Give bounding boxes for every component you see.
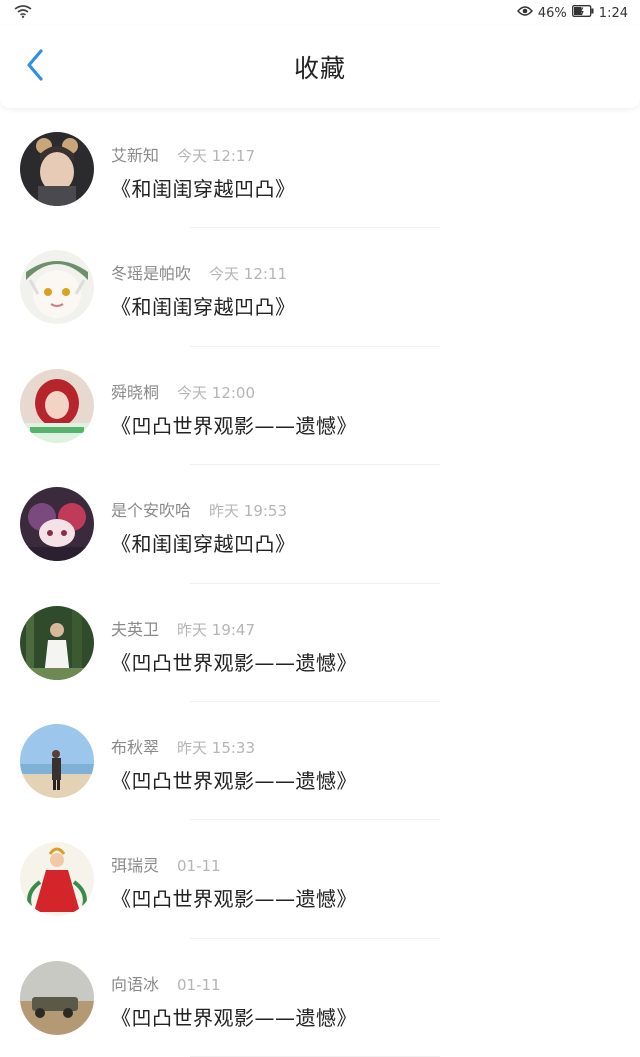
list-item[interactable]: 布秋翠 昨天 15:33 《凹凸世界观影——遗憾》	[0, 702, 640, 821]
item-info: 向语冰 01-11 《凹凸世界观影——遗憾》	[111, 961, 357, 1031]
item-info: 弭瑞灵 01-11 《凹凸世界观影——遗憾》	[111, 842, 357, 912]
chevron-left-icon	[25, 48, 45, 86]
timestamp: 今天 12:00	[177, 383, 256, 402]
story-title: 《凹凸世界观影——遗憾》	[111, 1005, 357, 1030]
story-title: 《和闺闺穿越凹凸》	[111, 177, 296, 201]
page-title: 收藏	[293, 54, 346, 83]
author-name: 是个安吹哈	[111, 501, 192, 521]
list-item[interactable]: 舜晓桐 今天 12:00 《凹凸世界观影——遗憾》	[0, 347, 640, 466]
item-info: 布秋翠 昨天 15:33 《凹凸世界观影——遗憾》	[111, 724, 357, 794]
author-name: 布秋翠	[111, 737, 160, 757]
avatar[interactable]	[20, 368, 94, 443]
author-name: 冬瑶是帕吹	[111, 264, 192, 284]
avatar[interactable]	[20, 605, 94, 680]
timestamp: 昨天 15:33	[177, 738, 256, 757]
eye-icon	[516, 5, 533, 21]
author-name: 向语冰	[111, 974, 160, 994]
author-name: 弭瑞灵	[111, 856, 160, 876]
item-info: 冬瑶是帕吹 今天 12:11 《和闺闺穿越凹凸》	[111, 250, 296, 320]
list-item[interactable]: 冬瑶是帕吹 今天 12:11 《和闺闺穿越凹凸》	[0, 228, 640, 348]
status-right: 46% 1:24	[516, 5, 628, 21]
item-meta: 向语冰 01-11	[111, 971, 357, 995]
list-item[interactable]: 向语冰 01-11 《凹凸世界观影——遗憾》	[0, 939, 640, 1057]
timestamp: 01-11	[177, 857, 221, 876]
item-info: 是个安吹哈 昨天 19:53 《和闺闺穿越凹凸》	[111, 487, 296, 557]
item-info: 舜晓桐 今天 12:00 《凹凸世界观影——遗憾》	[111, 369, 357, 439]
avatar[interactable]	[20, 132, 94, 206]
list-item[interactable]: 艾新知 今天 12:17 《和闺闺穿越凹凸》	[0, 110, 640, 229]
back-button[interactable]	[18, 47, 52, 87]
list-item[interactable]: 是个安吹哈 昨天 19:53 《和闺闺穿越凹凸》	[0, 465, 640, 584]
avatar[interactable]	[20, 250, 94, 325]
item-meta: 艾新知 今天 12:17	[111, 142, 296, 166]
battery-icon	[571, 5, 594, 21]
avatar[interactable]	[20, 487, 94, 562]
clock: 1:24	[598, 5, 628, 21]
author-name: 夫英卫	[111, 619, 160, 639]
item-meta: 冬瑶是帕吹 今天 12:11	[111, 260, 296, 284]
list-item[interactable]: 夫英卫 昨天 19:47 《凹凸世界观影——遗憾》	[0, 584, 640, 703]
item-meta: 布秋翠 昨天 15:33	[111, 734, 357, 758]
status-bar: 46% 1:24	[0, 0, 640, 26]
story-title: 《凹凸世界观影——遗憾》	[111, 650, 357, 675]
avatar[interactable]	[20, 842, 94, 917]
item-meta: 舜晓桐 今天 12:00	[111, 379, 357, 403]
battery-percent: 46%	[537, 5, 567, 21]
item-meta: 弭瑞灵 01-11	[111, 852, 357, 876]
timestamp: 今天 12:11	[209, 265, 288, 284]
timestamp: 今天 12:17	[177, 147, 256, 165]
avatar[interactable]	[20, 723, 94, 798]
story-title: 《凹凸世界观影——遗憾》	[111, 887, 357, 912]
favorites-list: 艾新知 今天 12:17 《和闺闺穿越凹凸》 冬瑶是帕吹 今天 12:11 《和…	[0, 110, 640, 1057]
story-title: 《和闺闺穿越凹凸》	[111, 295, 296, 320]
item-meta: 夫英卫 昨天 19:47	[111, 616, 357, 640]
app-header: 收藏	[0, 26, 640, 108]
list-item[interactable]: 弭瑞灵 01-11 《凹凸世界观影——遗憾》	[0, 820, 640, 940]
wifi-icon	[14, 4, 32, 22]
item-info: 夫英卫 昨天 19:47 《凹凸世界观影——遗憾》	[111, 606, 357, 676]
item-info: 艾新知 今天 12:17 《和闺闺穿越凹凸》	[111, 132, 296, 202]
timestamp: 01-11	[177, 975, 221, 994]
timestamp: 昨天 19:53	[209, 502, 288, 521]
story-title: 《凹凸世界观影——遗憾》	[111, 768, 357, 793]
item-meta: 是个安吹哈 昨天 19:53	[111, 497, 296, 521]
author-name: 舜晓桐	[111, 382, 160, 402]
story-title: 《凹凸世界观影——遗憾》	[111, 413, 357, 438]
story-title: 《和闺闺穿越凹凸》	[111, 532, 296, 557]
timestamp: 昨天 19:47	[177, 620, 256, 639]
author-name: 艾新知	[111, 146, 160, 165]
